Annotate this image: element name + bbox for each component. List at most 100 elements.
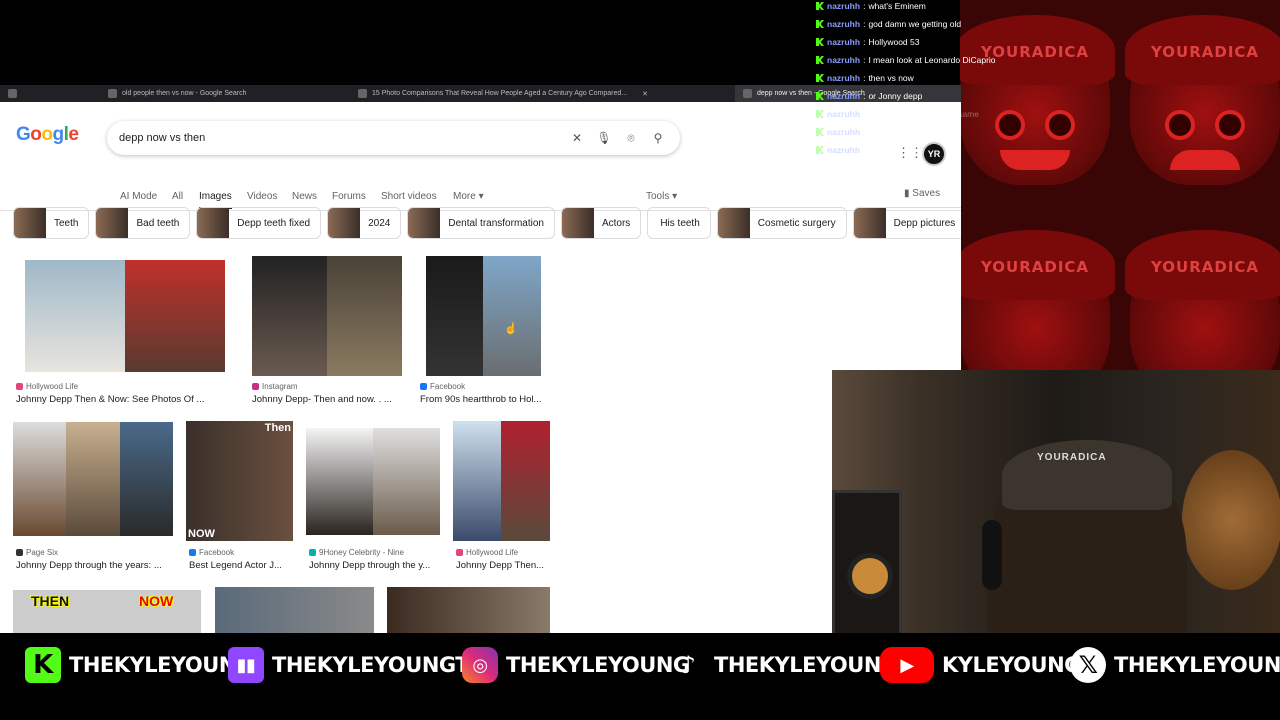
nav-short-videos[interactable]: Short videos	[381, 191, 437, 202]
social-twitch: ▮▮ THEKYLEYOUNGTV	[228, 647, 485, 683]
search-box[interactable]: depp now vs then ✕ 🎙 ⌾ ⚲	[107, 121, 680, 155]
saves-button[interactable]: ▮ Saves	[904, 188, 940, 199]
twitch-icon: ▮▮	[228, 647, 264, 683]
social-tiktok: ♪ THEKYLEYOUNG_	[670, 647, 909, 683]
result-source[interactable]: Facebook	[420, 382, 465, 391]
image-result[interactable]	[252, 256, 402, 376]
bookmark-icon: ▮	[904, 188, 910, 199]
nav-more[interactable]: More ▾	[453, 191, 484, 202]
result-source[interactable]: Page Six	[16, 548, 58, 557]
nav-forums[interactable]: Forums	[332, 191, 366, 202]
social-instagram: ◎ THEKYLEYOUNG	[462, 647, 690, 683]
kick-icon	[816, 2, 824, 10]
social-x: 𝕏 THEKYLEYOUNG	[1070, 647, 1280, 683]
nav-news[interactable]: News	[292, 191, 317, 202]
filter-chips: Teeth Bad teeth Depp teeth fixed 2024 De…	[13, 207, 961, 239]
chat-message: nazruhh: Hollywood 53	[816, 37, 919, 47]
cursor-hand-icon: ☝	[504, 323, 518, 335]
image-result[interactable]	[306, 428, 440, 535]
result-title[interactable]: Best Legend Actor J...	[189, 560, 282, 571]
instagram-icon: ◎	[462, 647, 498, 683]
browser-window: old people then vs now - Google Search 1…	[0, 85, 961, 633]
caret-down-icon: ▾	[672, 191, 678, 202]
headphones	[982, 520, 1002, 590]
chat-message: nazruhh: I mean look at Leonardo DiCapri…	[816, 55, 996, 65]
chat-message: nazruhh: or Jonny depp	[816, 91, 922, 101]
result-title[interactable]: Johnny Depp Then...	[456, 560, 544, 571]
search-input[interactable]: depp now vs then	[119, 132, 560, 144]
google-favicon-icon	[108, 89, 117, 98]
result-title[interactable]: Johnny Depp through the y...	[309, 560, 430, 571]
chip-depp-pictures[interactable]: Depp pictures	[852, 207, 961, 239]
kick-icon	[816, 146, 824, 154]
image-result[interactable]	[387, 587, 550, 633]
overlay-background: YOURADICA YOURADICA YOURADICA YOURADICA	[960, 0, 1280, 370]
chip-depp-teeth-fixed[interactable]: Depp teeth fixed	[196, 207, 322, 239]
image-result[interactable]	[215, 587, 374, 633]
close-tab-icon[interactable]: ✕	[642, 90, 648, 98]
result-source[interactable]: Facebook	[189, 548, 234, 557]
result-title[interactable]: Johnny Depp Then & Now: See Photos Of ..…	[16, 394, 204, 405]
chat-message: nazruhh: what's Eminem	[816, 1, 926, 11]
mascot-face: YOURADICA	[960, 15, 1115, 185]
chat-message: nazruhh: god damn we getting old	[816, 19, 961, 29]
nav-videos[interactable]: Videos	[247, 191, 277, 202]
chip-bad-teeth[interactable]: Bad teeth	[95, 207, 191, 239]
google-logo[interactable]: Google	[16, 124, 79, 146]
lens-icon[interactable]: ⌾	[621, 128, 641, 148]
kick-icon: K	[25, 647, 61, 683]
nav-ai-mode[interactable]: AI Mode	[120, 191, 157, 202]
social-youtube: ▶ KYLEYOUNG	[880, 647, 1081, 683]
youtube-icon: ▶	[880, 647, 934, 683]
social-kick: K THEKYLEYOUNG	[25, 647, 253, 683]
result-title[interactable]: Johnny Depp- Then and now. . ...	[252, 394, 392, 405]
chip-dental-transformation[interactable]: Dental transformation	[407, 207, 555, 239]
image-result[interactable]	[426, 256, 541, 376]
result-title[interactable]: From 90s heartthrob to Hol...	[420, 394, 541, 405]
mascot-face: YOURADICA	[1125, 15, 1280, 185]
result-source[interactable]: 9Honey Celebrity - Nine	[309, 548, 404, 557]
avatar[interactable]: YR	[922, 142, 946, 166]
chip-actors[interactable]: Actors	[560, 207, 642, 239]
kick-icon	[816, 74, 824, 82]
clear-icon[interactable]: ✕	[567, 128, 587, 148]
mascot-face: YOURADICA	[960, 230, 1115, 370]
microphone-icon[interactable]: 🎙	[594, 128, 614, 148]
balloon	[1182, 450, 1280, 590]
chat-message: nazruhh: 51	[816, 127, 878, 137]
tab-3[interactable]: 15 Photo Comparisons That Reveal How Peo…	[350, 85, 735, 102]
tab-1[interactable]	[0, 85, 100, 102]
caret-down-icon: ▾	[478, 191, 484, 202]
nav-all[interactable]: All	[172, 191, 183, 202]
chat-message: nazruhh: do Jonny depp	[816, 145, 924, 155]
result-source[interactable]: Instagram	[252, 382, 298, 391]
kick-icon	[816, 20, 824, 28]
favicon-icon	[358, 89, 367, 98]
search-icon[interactable]: ⚲	[648, 128, 668, 148]
cap	[1002, 440, 1172, 510]
tab-2[interactable]: old people then vs now - Google Search	[100, 85, 350, 102]
result-source[interactable]: Hollywood Life	[456, 548, 518, 557]
google-favicon-icon	[743, 89, 752, 98]
kick-icon	[816, 92, 824, 100]
tiktok-icon: ♪	[680, 651, 696, 679]
result-title[interactable]: Johnny Depp through the years: ...	[16, 560, 162, 571]
mascot-face: YOURADICA	[1125, 230, 1280, 370]
kick-icon	[816, 128, 824, 136]
result-source[interactable]: Hollywood Life	[16, 382, 78, 391]
kick-icon	[816, 110, 824, 118]
image-result[interactable]: Then NOW	[186, 421, 293, 541]
chip-2024[interactable]: 2024	[327, 207, 402, 239]
favicon-icon	[8, 89, 17, 98]
chat-message: nazruhh: then vs now	[816, 73, 914, 83]
image-result[interactable]: THEN NOW	[13, 590, 201, 633]
chip-his-teeth[interactable]: His teeth	[647, 207, 711, 239]
kick-icon	[816, 56, 824, 64]
chip-teeth[interactable]: Teeth	[13, 207, 90, 239]
image-result[interactable]	[13, 422, 173, 536]
image-result[interactable]	[25, 260, 225, 372]
chip-cosmetic-surgery[interactable]: Cosmetic surgery	[716, 207, 847, 239]
kick-icon	[816, 38, 824, 46]
image-result[interactable]	[453, 421, 550, 541]
tools-button[interactable]: Tools ▾	[646, 191, 677, 202]
